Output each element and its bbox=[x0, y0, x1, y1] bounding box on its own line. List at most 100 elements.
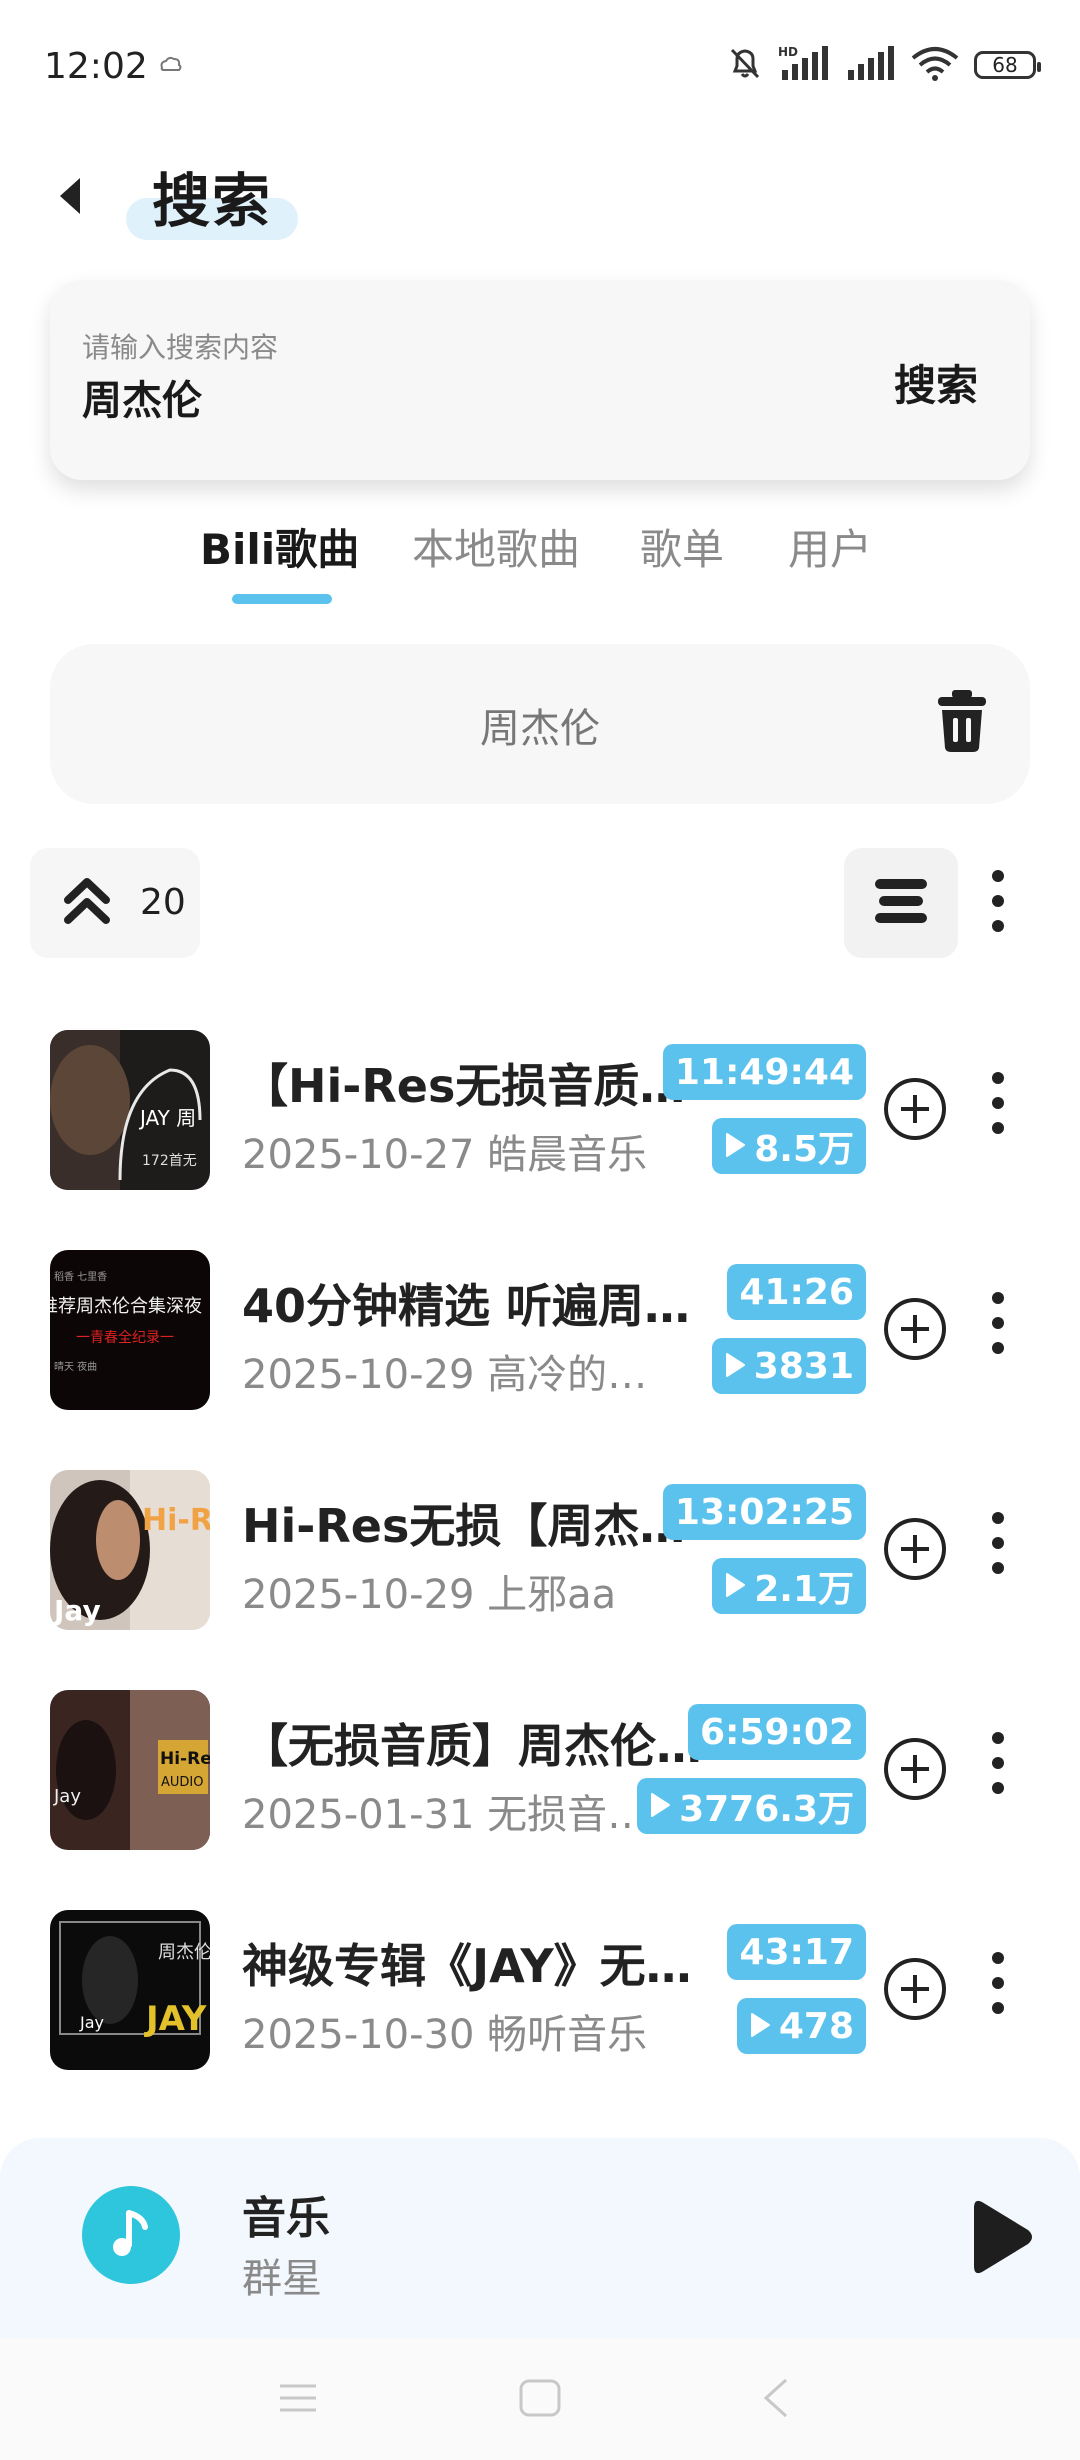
play-count: 3776.3万 bbox=[679, 1789, 854, 1830]
double-chevron-up-icon bbox=[64, 878, 110, 930]
more-vertical-icon[interactable] bbox=[990, 1070, 1006, 1140]
player-artist: 群星 bbox=[242, 2256, 322, 2302]
svg-text:172首无: 172首无 bbox=[142, 1153, 197, 1169]
add-to-queue-button[interactable] bbox=[882, 1956, 948, 2026]
svg-text:稻香 七里香: 稻香 七里香 bbox=[54, 1271, 107, 1283]
system-nav-bar bbox=[0, 2338, 1080, 2460]
mute-icon bbox=[726, 44, 764, 86]
menu-icon bbox=[871, 877, 931, 929]
page-title-wrap: 搜索 bbox=[126, 154, 298, 240]
search-button[interactable]: 搜索 bbox=[894, 352, 978, 413]
play-count: 8.5万 bbox=[754, 1129, 854, 1170]
duration-badge: 11:49:44 bbox=[662, 1044, 866, 1100]
battery-level: 68 bbox=[992, 53, 1018, 77]
search-card: 请输入搜索内容 搜索 bbox=[50, 280, 1030, 480]
tab-indicator bbox=[232, 594, 332, 604]
duration-badge: 43:17 bbox=[727, 1924, 866, 1980]
tab-bar: Bili歌曲 本地歌曲 歌单 用户 bbox=[0, 516, 1080, 606]
album-cover: JAY Jay 周杰伦 bbox=[50, 1910, 210, 2070]
status-bar: 12:02 HD 68 bbox=[0, 0, 1080, 130]
add-to-queue-button[interactable] bbox=[882, 1736, 948, 1806]
result-row[interactable]: 推荐周杰伦合集深夜 一青春全纪录一 稻香 七里香 晴天 夜曲 40分钟精选 听遍… bbox=[0, 1250, 1080, 1420]
hd-signal-icon: HD bbox=[778, 44, 832, 86]
result-count: 20 bbox=[140, 882, 186, 923]
menu-button[interactable] bbox=[844, 848, 958, 958]
search-label: 请输入搜索内容 bbox=[82, 331, 279, 364]
song-title: 40分钟精选 听遍周杰伦合集深夜青春纪录 bbox=[242, 1279, 702, 1333]
svg-text:JAY 周: JAY 周 bbox=[138, 1106, 196, 1130]
nav-back-icon[interactable] bbox=[760, 2378, 790, 2422]
sort-toggle[interactable]: 20 bbox=[30, 848, 200, 958]
song-title: 神级专辑《JAY》无损音质 bbox=[242, 1939, 702, 1993]
tab-local-songs[interactable]: 本地歌曲 bbox=[412, 516, 580, 577]
more-vertical-icon[interactable] bbox=[990, 1730, 1006, 1800]
play-triangle-icon bbox=[724, 1126, 746, 1167]
search-history-chip[interactable]: 周杰伦 bbox=[50, 644, 1030, 804]
svg-text:Hi-R: Hi-R bbox=[142, 1503, 210, 1538]
song-subtitle: 2025-10-30 畅听音乐 bbox=[242, 2012, 648, 2058]
home-icon[interactable] bbox=[518, 2378, 562, 2422]
tab-bili-songs[interactable]: Bili歌曲 bbox=[200, 516, 359, 577]
add-to-queue-button[interactable] bbox=[882, 1296, 948, 1366]
mini-player[interactable]: 音乐 群星 bbox=[0, 2138, 1080, 2338]
header: 搜索 bbox=[0, 140, 1080, 250]
play-triangle-icon bbox=[749, 2006, 771, 2047]
album-cover: 推荐周杰伦合集深夜 一青春全纪录一 稻香 七里香 晴天 夜曲 bbox=[50, 1250, 210, 1410]
wifi-icon bbox=[910, 44, 960, 86]
svg-text:JAY: JAY bbox=[144, 1999, 207, 2039]
history-text[interactable]: 周杰伦 bbox=[50, 696, 1030, 754]
svg-text:Hi-Res: Hi-Res bbox=[160, 1749, 210, 1769]
result-row[interactable]: Hi-Res AUDIO Jay 【无损音质】周杰伦合集 2025-01-31 … bbox=[0, 1690, 1080, 1860]
song-title: 【无损音质】周杰伦合集 bbox=[242, 1719, 702, 1773]
add-to-queue-button[interactable] bbox=[882, 1076, 948, 1146]
song-subtitle: 2025-10-27 皓晨音乐 bbox=[242, 1132, 648, 1178]
svg-text:晴天 夜曲: 晴天 夜曲 bbox=[54, 1360, 97, 1373]
svg-text:AUDIO: AUDIO bbox=[161, 1775, 204, 1790]
play-triangle-icon bbox=[649, 1786, 671, 1827]
play-count-badge: 478 bbox=[736, 1998, 866, 2054]
more-vertical-icon[interactable] bbox=[990, 1290, 1006, 1360]
battery-icon: 68 bbox=[974, 51, 1041, 79]
svg-text:Jay: Jay bbox=[52, 1594, 101, 1627]
more-vertical-icon[interactable] bbox=[990, 868, 1006, 938]
duration-badge: 6:59:02 bbox=[687, 1704, 866, 1760]
song-title: Hi-Res无损【周杰伦】 bbox=[242, 1499, 702, 1553]
recents-icon[interactable] bbox=[278, 2378, 318, 2422]
play-count: 478 bbox=[778, 2005, 854, 2047]
music-note-icon bbox=[82, 2186, 180, 2284]
album-cover: JAY 周 172首无 bbox=[50, 1030, 210, 1190]
search-input[interactable] bbox=[82, 374, 682, 420]
song-title: 【Hi-Res无损音质】周杰伦172首无损全集 bbox=[242, 1059, 702, 1113]
play-triangle-icon bbox=[724, 1346, 746, 1387]
result-row[interactable]: JAY Jay 周杰伦 神级专辑《JAY》无损音质 2025-10-30 畅听音… bbox=[0, 1910, 1080, 2080]
tab-playlists[interactable]: 歌单 bbox=[640, 516, 724, 577]
result-row[interactable]: JAY 周 172首无 【Hi-Res无损音质】周杰伦172首无损全集 2025… bbox=[0, 1030, 1080, 1200]
svg-text:周杰伦: 周杰伦 bbox=[158, 1942, 210, 1963]
duration-badge: 13:02:25 bbox=[662, 1484, 866, 1540]
duration-badge: 41:26 bbox=[727, 1264, 866, 1320]
svg-text:Jay: Jay bbox=[53, 1786, 81, 1807]
song-subtitle: 2025-10-29 高冷的小狐狸 bbox=[242, 1352, 672, 1398]
play-count-badge: 3831 bbox=[711, 1338, 866, 1394]
back-arrow-icon[interactable] bbox=[50, 166, 90, 226]
player-title: 音乐 bbox=[242, 2193, 330, 2244]
svg-text:HD: HD bbox=[778, 45, 798, 59]
play-icon[interactable] bbox=[970, 2196, 1036, 2282]
tab-users[interactable]: 用户 bbox=[788, 516, 872, 577]
more-vertical-icon[interactable] bbox=[990, 1950, 1006, 2020]
album-cover: Hi-Res AUDIO Jay bbox=[50, 1690, 210, 1850]
trash-icon[interactable] bbox=[936, 688, 988, 758]
svg-text:一青春全纪录一: 一青春全纪录一 bbox=[76, 1329, 174, 1346]
play-count-badge: 3776.3万 bbox=[637, 1778, 866, 1834]
add-to-queue-button[interactable] bbox=[882, 1516, 948, 1586]
svg-text:推荐周杰伦合集深夜: 推荐周杰伦合集深夜 bbox=[50, 1296, 202, 1317]
play-count-badge: 2.1万 bbox=[712, 1558, 866, 1614]
result-row[interactable]: Hi-R Jay Hi-Res无损【周杰伦】 2025-10-29 上邪aa 1… bbox=[0, 1470, 1080, 1640]
song-subtitle: 2025-10-29 上邪aa bbox=[242, 1572, 617, 1618]
song-subtitle: 2025-01-31 无损音乐分享 bbox=[242, 1792, 672, 1838]
play-triangle-icon bbox=[724, 1566, 746, 1607]
play-count: 2.1万 bbox=[754, 1569, 854, 1610]
album-cover: Hi-R Jay bbox=[50, 1470, 210, 1630]
page-title: 搜索 bbox=[152, 167, 273, 235]
more-vertical-icon[interactable] bbox=[990, 1510, 1006, 1580]
